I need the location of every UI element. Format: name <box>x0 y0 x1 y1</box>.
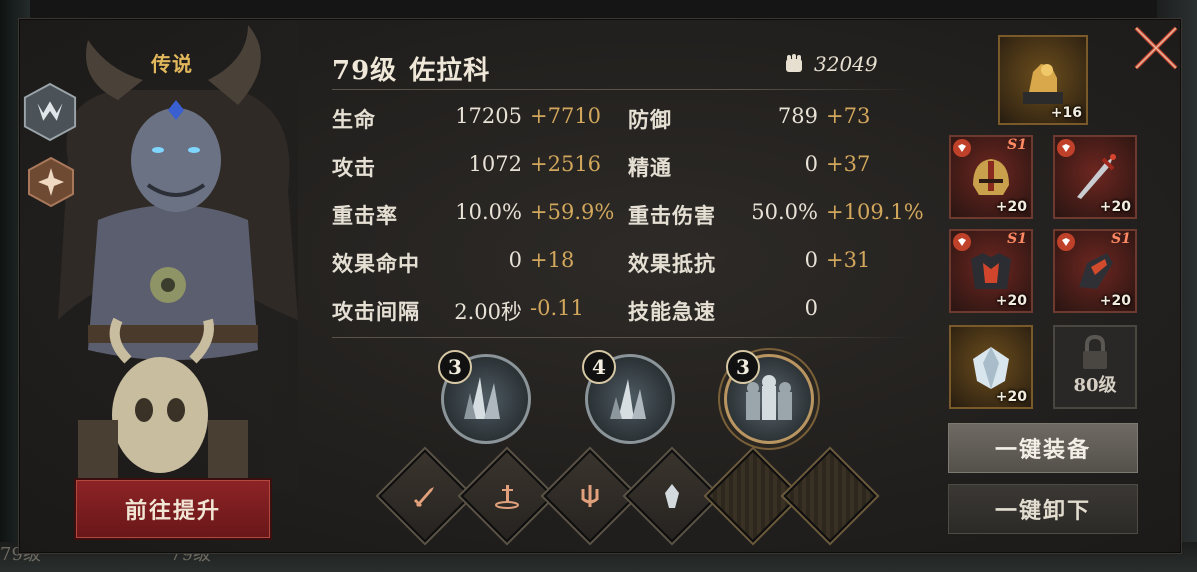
rarity-label: 传说 <box>151 52 193 76</box>
hero-title: 79级 佐拉科 <box>332 50 490 87</box>
crystal-icon <box>665 484 679 508</box>
stat-bonus: +31 <box>826 248 871 272</box>
stat-label: 效果命中 <box>332 251 420 276</box>
stat-base: 0 <box>804 248 818 272</box>
stat-base: 17205 <box>455 104 522 128</box>
hero-name: 佐拉科 <box>409 56 491 86</box>
golden-beast-statue-icon <box>1023 64 1063 104</box>
stat-base: 1072 <box>468 152 522 176</box>
item-tier: S1 <box>1111 231 1131 247</box>
item-level: +20 <box>1099 293 1131 309</box>
stat-base: 0 <box>508 248 522 272</box>
stat-base: 0 <box>804 152 818 176</box>
stat-label: 效果抵抗 <box>628 251 716 276</box>
go-upgrade-button[interactable]: 前往提升 <box>76 480 270 538</box>
item-tier: S1 <box>1007 137 1027 153</box>
stat-label: 生命 <box>332 107 376 132</box>
item-level: +16 <box>1050 105 1082 121</box>
fist-icon <box>786 54 802 72</box>
stat-base: 789 <box>777 104 818 128</box>
ground-dagger-icon <box>495 485 519 509</box>
gem-slot[interactable]: +20 <box>949 325 1033 409</box>
stat-base: 0 <box>804 296 818 320</box>
stat-bonus: +73 <box>826 104 871 128</box>
close-button[interactable] <box>1130 22 1182 74</box>
stat-label: 重击率 <box>332 203 398 228</box>
stats-divider <box>332 337 916 338</box>
stat-bonus: +7710 <box>530 104 602 128</box>
armor-icon <box>971 253 1011 289</box>
item-level: +20 <box>1099 199 1131 215</box>
set-bonus-icon <box>1057 233 1075 251</box>
set-bonus-icon <box>953 139 971 157</box>
item-level: +20 <box>995 293 1027 309</box>
set-bonus-icon <box>953 233 971 251</box>
armor-slot[interactable]: S1 +20 <box>949 229 1033 313</box>
item-level: +20 <box>995 199 1027 215</box>
artifact-slot[interactable]: +16 <box>998 35 1088 125</box>
trident-icon <box>581 485 599 507</box>
item-tier: S1 <box>1007 231 1027 247</box>
header-divider <box>332 89 916 90</box>
gem-icon <box>973 347 1009 389</box>
star-burst-icon[interactable] <box>27 156 75 208</box>
weapon-slot[interactable]: +20 <box>1053 135 1137 219</box>
stat-bonus: +2516 <box>530 152 602 176</box>
helmet-slot[interactable]: S1 +20 <box>949 135 1033 219</box>
stat-label: 攻击间隔 <box>332 299 420 324</box>
dagger-icon <box>1077 154 1116 199</box>
stat-base: 2.00秒 <box>454 300 522 324</box>
stat-label: 技能急速 <box>628 299 716 324</box>
sword-icon <box>413 487 434 508</box>
stat-label: 防御 <box>628 107 672 132</box>
unequip-all-button[interactable]: 一键卸下 <box>948 484 1138 534</box>
stat-bonus: -0.11 <box>530 296 584 320</box>
stat-bonus: +109.1% <box>826 200 924 224</box>
lock-icon <box>1083 334 1107 369</box>
locked-slot[interactable]: 80级 <box>1053 325 1137 409</box>
stat-base: 50.0% <box>751 200 818 224</box>
item-level: +20 <box>995 389 1027 405</box>
close-icon <box>1134 26 1178 70</box>
claw-crest-icon[interactable] <box>22 82 78 142</box>
stat-label: 攻击 <box>332 155 376 180</box>
stat-bonus: +59.9% <box>530 200 615 224</box>
stat-base: 10.0% <box>455 200 522 224</box>
stat-bonus: +18 <box>530 248 575 272</box>
equip-all-button[interactable]: 一键装备 <box>948 423 1138 473</box>
skill-level-badge: 3 <box>726 350 760 384</box>
gauntlet-icon <box>1079 253 1113 289</box>
stat-label: 重击伤害 <box>628 203 716 228</box>
skill-level-badge: 3 <box>438 350 472 384</box>
combat-power: 32049 <box>782 52 878 76</box>
helmet-icon <box>973 159 1009 195</box>
gauntlet-slot[interactable]: S1 +20 <box>1053 229 1137 313</box>
hero-portrait <box>48 20 298 490</box>
stat-bonus: +37 <box>826 152 871 176</box>
stat-label: 精通 <box>628 155 672 180</box>
unlock-level-label: 80级 <box>1073 375 1117 396</box>
combat-power-value: 32049 <box>814 52 878 76</box>
skill-level-badge: 4 <box>582 350 616 384</box>
set-bonus-icon <box>1057 139 1075 157</box>
hero-level: 79级 <box>332 56 398 86</box>
